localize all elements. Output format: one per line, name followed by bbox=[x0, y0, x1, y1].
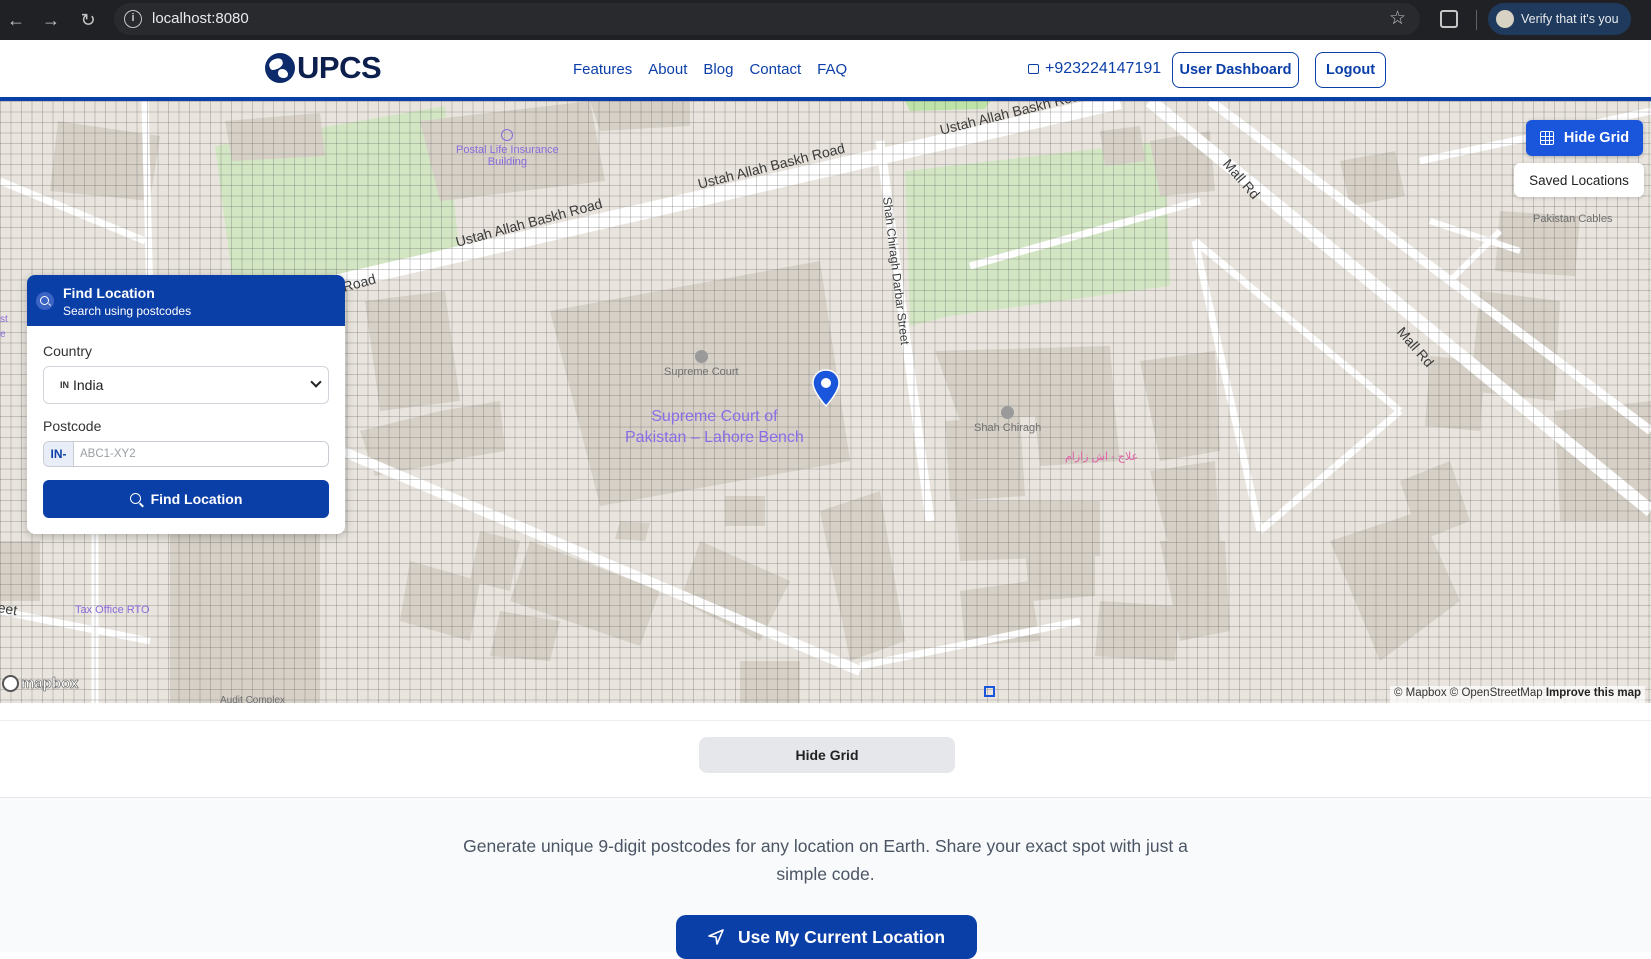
road-label: eet bbox=[0, 599, 19, 619]
country-value: India bbox=[73, 377, 104, 393]
grid-icon bbox=[1539, 131, 1554, 145]
poi-postal-life[interactable]: Postal Life Insurance Building bbox=[456, 129, 559, 168]
logout-button[interactable]: Logout bbox=[1315, 52, 1386, 88]
user-dashboard-button[interactable]: User Dashboard bbox=[1172, 52, 1299, 88]
poi-label: Shah Chiragh bbox=[974, 422, 1042, 434]
find-location-header: Find Location Search using postcodes bbox=[27, 275, 345, 326]
chevron-down-icon bbox=[310, 376, 322, 388]
mapbox-icon bbox=[2, 675, 19, 692]
poi-label: Postal Life Insurance bbox=[456, 144, 559, 156]
find-location-panel: Find Location Search using postcodes Cou… bbox=[27, 275, 345, 534]
forward-arrow-icon[interactable]: → bbox=[39, 8, 63, 32]
poi-label: Supreme Court of bbox=[651, 408, 778, 425]
grid-toggle-section: Hide Grid bbox=[0, 720, 1651, 798]
postcode-field: IN- bbox=[43, 441, 329, 467]
address-bar[interactable]: i localhost:8080 bbox=[114, 3, 1420, 35]
profile-button[interactable]: Verify that it's you bbox=[1488, 3, 1631, 35]
mapbox-wordmark: mapbox bbox=[21, 675, 79, 693]
map-hide-grid-label: Hide Grid bbox=[1563, 130, 1630, 146]
nav-blog[interactable]: Blog bbox=[703, 61, 733, 78]
globe-icon bbox=[265, 53, 295, 83]
profile-label: Verify that it's you bbox=[1521, 12, 1619, 26]
navigation-arrow-icon bbox=[708, 929, 724, 945]
poi-audit-complex[interactable]: Audit Complex bbox=[220, 695, 285, 703]
search-icon bbox=[36, 292, 54, 310]
url-text[interactable]: localhost:8080 bbox=[152, 10, 249, 27]
nav-features[interactable]: Features bbox=[573, 61, 632, 78]
back-arrow-icon[interactable]: ← bbox=[4, 8, 28, 32]
browser-toolbar: ← → ↻ i localhost:8080 ☆ Verify that it'… bbox=[0, 0, 1651, 40]
use-location-label: Use My Current Location bbox=[737, 926, 946, 947]
chat-icon bbox=[1028, 64, 1039, 74]
poi-label: e bbox=[0, 329, 6, 340]
toolbar-divider bbox=[1476, 10, 1477, 30]
profile-avatar-icon bbox=[1496, 10, 1514, 28]
phone-number: +923224147191 bbox=[1045, 60, 1162, 77]
poi-tax-office[interactable]: Tax Office RTO bbox=[75, 604, 150, 616]
bookmark-star-icon[interactable]: ☆ bbox=[1389, 8, 1406, 30]
hide-grid-button[interactable]: Hide Grid bbox=[699, 737, 955, 773]
mapbox-logo[interactable]: mapbox bbox=[2, 675, 79, 692]
panel-title: Find Location bbox=[63, 285, 155, 301]
map-attribution: © Mapbox © OpenStreetMap Improve this ma… bbox=[1390, 686, 1646, 703]
poi-pakistan-cables[interactable]: Pakistan Cables bbox=[1533, 213, 1613, 225]
selected-grid-cell bbox=[984, 686, 995, 697]
flag-icon: IN bbox=[60, 380, 69, 390]
reload-icon[interactable]: ↻ bbox=[76, 8, 100, 32]
nav-faq[interactable]: FAQ bbox=[817, 61, 847, 78]
courthouse-icon bbox=[694, 350, 708, 363]
postcode-prefix: IN- bbox=[44, 442, 74, 466]
poi-label: علاج - اش زازام bbox=[1065, 451, 1139, 463]
country-label: Country bbox=[43, 343, 93, 359]
nav-about[interactable]: About bbox=[648, 61, 687, 78]
poi-shah-chiragh[interactable]: Shah Chiragh bbox=[974, 406, 1041, 434]
find-location-label: Find Location bbox=[150, 491, 243, 507]
mosque-icon bbox=[1001, 406, 1015, 419]
location-pin-icon[interactable] bbox=[811, 369, 841, 407]
poi-label: Pakistan – Lahore Bench bbox=[625, 429, 804, 446]
poi-icon bbox=[501, 129, 514, 141]
map-hide-grid-button[interactable]: Hide Grid bbox=[1526, 120, 1643, 156]
nav-contact[interactable]: Contact bbox=[749, 61, 801, 78]
poi-label: Supreme Court bbox=[664, 366, 739, 378]
extensions-icon[interactable] bbox=[1440, 10, 1458, 28]
postcode-label: Postcode bbox=[43, 418, 102, 434]
attribution-text[interactable]: © Mapbox © OpenStreetMap bbox=[1394, 687, 1543, 699]
poi-label: Building bbox=[487, 156, 527, 168]
improve-map-link[interactable]: Improve this map bbox=[1546, 687, 1641, 699]
panel-subtitle: Search using postcodes bbox=[63, 304, 192, 318]
logo-text: UPCS bbox=[297, 50, 382, 85]
hero-description: Generate unique 9-digit postcodes for an… bbox=[463, 836, 1188, 884]
main-nav: Features About Blog Contact FAQ bbox=[573, 61, 847, 78]
saved-locations-button[interactable]: Saved Locations bbox=[1514, 163, 1644, 197]
poi-supreme-court[interactable]: Supreme Court bbox=[664, 350, 739, 378]
search-icon bbox=[129, 492, 143, 506]
poi-label: st bbox=[0, 314, 8, 325]
poi-supreme-court-lahore[interactable]: Supreme Court of Pakistan – Lahore Bench bbox=[625, 406, 804, 448]
phone-link[interactable]: +923224147191 bbox=[1028, 60, 1161, 78]
postcode-input[interactable] bbox=[74, 442, 328, 466]
find-location-button[interactable]: Find Location bbox=[43, 480, 329, 518]
site-header: UPCS Features About Blog Contact FAQ +92… bbox=[0, 40, 1651, 101]
use-current-location-button[interactable]: Use My Current Location bbox=[676, 915, 977, 959]
country-select[interactable]: IN India bbox=[43, 366, 329, 404]
site-info-icon[interactable]: i bbox=[124, 10, 142, 28]
